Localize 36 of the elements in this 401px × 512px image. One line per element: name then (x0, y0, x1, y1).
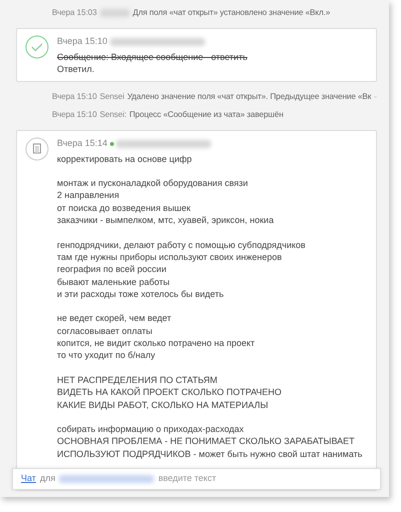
timestamp: Вчера 15:10 (52, 109, 97, 122)
message-line: КАКИЕ ВИДЫ РАБОТ, СКОЛЬКО НА МАТЕРИАЛЫ (57, 398, 270, 411)
message-line: бывают маленькие работы (57, 276, 171, 288)
timestamp: Вчера 15:10 (52, 91, 97, 104)
for-label: для (40, 472, 56, 486)
message-line: согласовывает оплаты (57, 324, 154, 338)
message-line: и эти расходы тоже хотелось бы видеть (57, 288, 225, 300)
message-line: корректировать на основе цифр (57, 152, 193, 165)
task-result: Ответил. (57, 62, 96, 76)
timestamp: Вчера 15:10 (57, 35, 108, 48)
document-icon (25, 137, 49, 162)
message-line: копится, не видит сколько потрачено на проект (57, 337, 256, 350)
message-line: там где нужны приборы используют своих инженеров (57, 250, 283, 264)
message-line: собирать информацию о приходах-расходах (57, 423, 245, 436)
message-line: заказчики - вымпелком, мтс, хуавей, эриксон, нокиа (57, 214, 275, 226)
event-text: Процесс «Сообщение из чата» завершён (129, 109, 284, 122)
message-line: НЕТ РАСПРЕДЕЛЕНИЯ ПО СТАТЬЯМ (57, 374, 218, 386)
message-line: ВИДЕТЬ НА КАКОЙ ПРОЕКТ СКОЛЬКО ПОТРАЧЕНО (57, 386, 283, 399)
message-line: география по всей россии (57, 263, 168, 276)
task-title: Сообщение: Входящее сообщение - ответить (57, 50, 248, 63)
message-line: ОСНОВНАЯ ПРОБЛЕМА - НЕ ПОНИМАЕТ СКОЛЬКО ЗАРАБАТЫВАЕТ (57, 435, 356, 448)
message-line: то что уходит по б/налу (57, 349, 156, 362)
author-name: Sensei: (100, 109, 126, 122)
chat-input-bar[interactable]: Чат для введите текст (12, 468, 381, 490)
author-name: Sensei (100, 91, 124, 104)
chat-link[interactable]: Чат (21, 472, 36, 486)
message-line: 2 направления (57, 189, 120, 202)
message-line: монтаж и пусконаладкой оборудования связи (57, 177, 249, 190)
timestamp: Вчера 15:14 (57, 137, 108, 150)
event-text: Для поля «чат открыт» установлено значение «Вкл.» (132, 7, 330, 19)
message-line: от поиска до возведения вышек (57, 202, 192, 214)
event-text: Удалено значение поля «чат открыт». Предыдущее значение «Вк (127, 91, 372, 104)
message-line: не ведет скорей, чем ведет (57, 312, 172, 325)
message-line: ИСПОЛЬЗУЮТ ПОДРЯДЧИКОВ - может быть нужно свой штат нанимать (57, 448, 362, 460)
timestamp: Вчера 15:03 (52, 7, 97, 19)
message-line: генподрядчики, делают работу с помощью субподрядчиков (57, 238, 306, 251)
